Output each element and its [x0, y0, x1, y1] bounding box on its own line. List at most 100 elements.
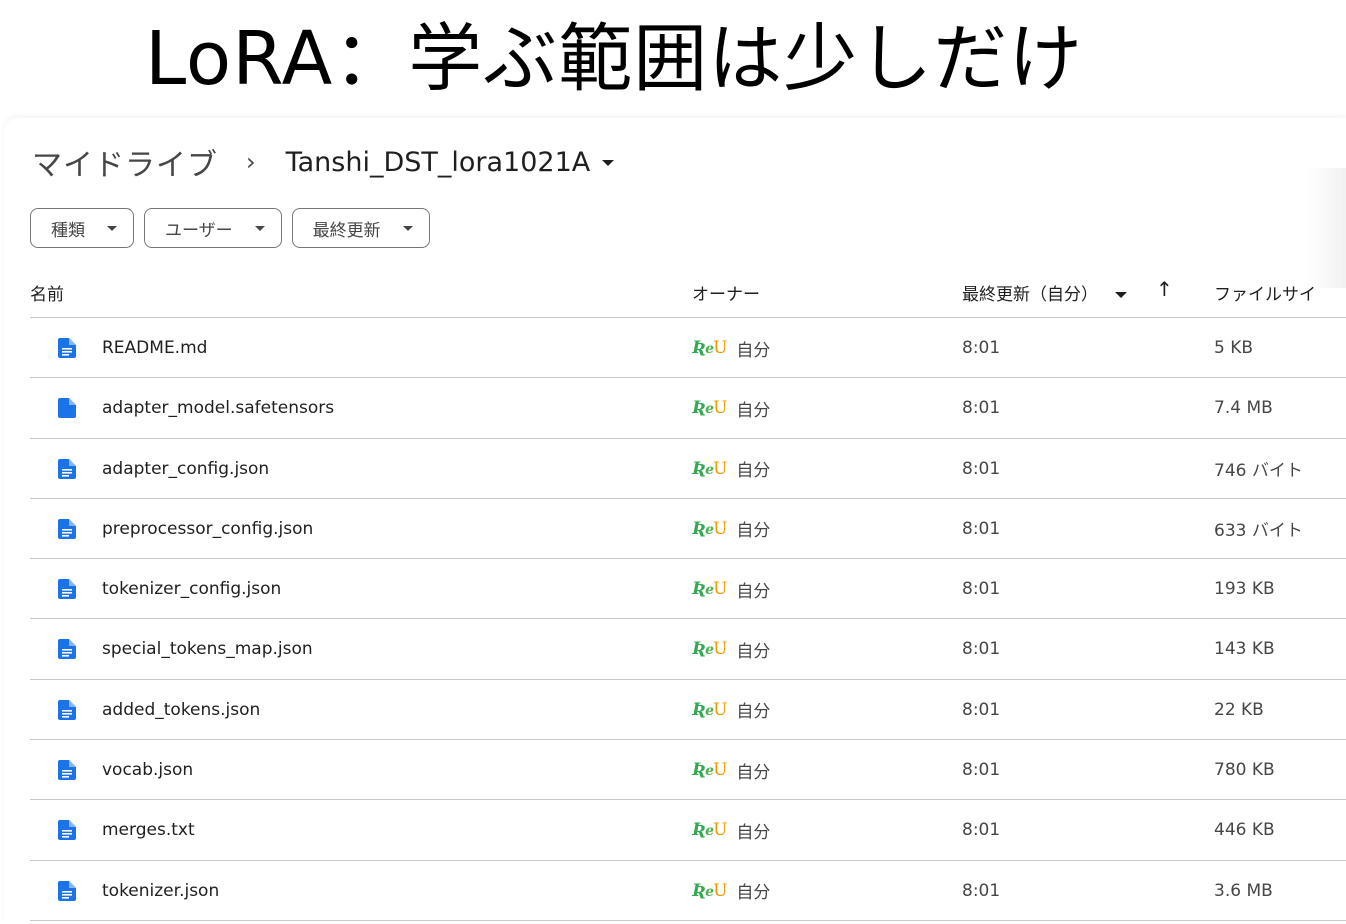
file-owner-label: 自分: [736, 702, 771, 723]
file-name[interactable]: adapter_model.safetensors: [102, 378, 334, 438]
slide-title-text: LoRA：学ぶ範囲は少しだけ: [145, 16, 1084, 102]
document-icon: [58, 861, 76, 921]
table-row[interactable]: README.md Ʀe U 自分 8:01 5 KB: [30, 318, 1346, 379]
file-owner: Ʀe U 自分: [692, 499, 770, 559]
file-size: 3.6 MB: [1214, 880, 1273, 901]
file-modified: 8:01: [962, 338, 1001, 358]
breadcrumb-current-folder[interactable]: Tanshi_DST_lora1021A: [286, 147, 591, 178]
file-name[interactable]: adapter_config.json: [102, 439, 269, 499]
file-name[interactable]: vocab.json: [102, 740, 193, 800]
file-owner: Ʀe U 自分: [692, 318, 770, 378]
table-row[interactable]: preprocessor_config.json Ʀe U 自分 8:01 633 バイト: [30, 499, 1346, 560]
owner-avatar: ƦeU: [692, 760, 727, 781]
table-row[interactable]: special_tokens_map.json Ʀe U 自分 8:01 143 KB: [30, 619, 1346, 680]
caret-down-icon: [1115, 292, 1128, 298]
document-icon: [58, 439, 76, 499]
document-icon: [58, 740, 76, 800]
file-name[interactable]: special_tokens_map.json: [102, 619, 313, 679]
file-size: 193 KB: [1214, 579, 1275, 600]
caret-down-icon: [254, 225, 265, 231]
file-owner: Ʀe U 自分: [692, 800, 770, 860]
filter-modified-label: 最終更新: [312, 220, 381, 241]
file-name[interactable]: tokenizer.json: [102, 861, 219, 921]
owner-avatar: ƦeU: [692, 518, 727, 539]
file-modified: 8:01: [962, 458, 1001, 479]
file-owner-label: 自分: [736, 762, 771, 783]
column-header-owner[interactable]: オーナー: [692, 280, 760, 305]
file-owner-label: 自分: [736, 400, 771, 421]
document-icon: [58, 559, 76, 619]
sort-direction-icon[interactable]: ↑: [1156, 277, 1173, 301]
column-header-size[interactable]: ファイルサイ: [1214, 280, 1316, 305]
file-owner: Ʀe U 自分: [692, 378, 770, 438]
file-owner: Ʀe U 自分: [692, 439, 770, 499]
file-owner-label: 自分: [736, 521, 771, 542]
slide-title: LoRA：学ぶ範囲は少しだけ: [0, 0, 1346, 112]
table-row[interactable]: adapter_config.json Ʀe U 自分 8:01 746 バイト: [30, 439, 1346, 499]
file-owner-label: 自分: [736, 883, 771, 904]
filter-modified-button[interactable]: 最終更新: [291, 208, 430, 248]
table-header: 名前 オーナー 最終更新（自分） ↑ ファイルサイ: [30, 268, 1346, 318]
file-name[interactable]: preprocessor_config.json: [102, 499, 313, 559]
owner-avatar: ƦeU: [692, 639, 727, 660]
owner-avatar: ƦeU: [692, 880, 727, 901]
file-owner-label: 自分: [736, 461, 771, 482]
file-owner: Ʀe U 自分: [692, 861, 770, 921]
file-owner: Ʀe U 自分: [692, 619, 770, 679]
owner-avatar: ƦeU: [692, 398, 727, 419]
file-size: 746 バイト: [1214, 461, 1303, 482]
file-icon: [58, 378, 76, 438]
caret-down-icon[interactable]: [602, 160, 615, 166]
column-header-name[interactable]: 名前: [30, 280, 64, 305]
table-row[interactable]: merges.txt Ʀe U 自分 8:01 446 KB: [30, 800, 1346, 861]
file-modified: 8:01: [962, 699, 1001, 720]
owner-avatar: ƦeU: [692, 820, 727, 841]
file-list: README.md Ʀe U 自分 8:01 5 KB adapter_model.safe…: [30, 318, 1346, 921]
filter-type-button[interactable]: 種類: [30, 208, 134, 248]
file-owner-label: 自分: [736, 340, 771, 361]
table-row[interactable]: adapter_model.safetensors Ʀe U 自分 8:01 7.4 MB: [30, 378, 1346, 439]
file-name[interactable]: README.md: [102, 318, 207, 378]
file-name[interactable]: merges.txt: [102, 800, 195, 860]
caret-down-icon: [402, 225, 413, 231]
breadcrumb-my-drive[interactable]: マイドライブ: [32, 140, 218, 184]
file-owner-label: 自分: [736, 641, 771, 662]
table-row[interactable]: vocab.json Ʀe U 自分 8:01 780 KB: [30, 740, 1346, 801]
document-icon: [58, 680, 76, 740]
table-row[interactable]: tokenizer_config.json Ʀe U 自分 8:01 193 KB: [30, 559, 1346, 620]
document-icon: [58, 318, 76, 378]
file-modified: 8:01: [962, 639, 1001, 660]
drive-panel: マイドライブ › Tanshi_DST_lora1021A 種類 ユーザー 最終…: [4, 118, 1346, 924]
file-size: 7.4 MB: [1214, 398, 1273, 419]
document-icon: [58, 800, 76, 860]
owner-avatar: ƦeU: [692, 699, 727, 720]
filter-bar: 種類 ユーザー 最終更新: [30, 208, 430, 248]
document-icon: [58, 619, 76, 679]
file-owner-label: 自分: [736, 581, 771, 602]
column-header-modified[interactable]: 最終更新（自分）: [962, 280, 1128, 305]
table-row[interactable]: tokenizer.json Ʀe U 自分 8:01 3.6 MB: [30, 861, 1346, 921]
owner-avatar: ƦeU: [692, 338, 727, 358]
file-size: 780 KB: [1214, 760, 1275, 781]
filter-user-button[interactable]: ユーザー: [144, 208, 282, 248]
file-modified: 8:01: [962, 518, 1001, 539]
chevron-right-icon: ›: [246, 148, 256, 176]
file-table: 名前 オーナー 最終更新（自分） ↑ ファイルサイ README.md Ʀe U 自分…: [30, 268, 1346, 921]
owner-avatar: ƦeU: [692, 458, 727, 479]
document-icon: [58, 499, 76, 559]
column-header-modified-label: 最終更新（自分）: [962, 285, 1098, 305]
file-owner: Ʀe U 自分: [692, 740, 770, 800]
file-size: 5 KB: [1214, 338, 1254, 358]
file-modified: 8:01: [962, 760, 1001, 781]
caret-down-icon: [107, 225, 117, 231]
file-owner: Ʀe U 自分: [692, 559, 770, 619]
filter-user-label: ユーザー: [165, 220, 233, 241]
file-name[interactable]: added_tokens.json: [102, 680, 260, 740]
table-row[interactable]: added_tokens.json Ʀe U 自分 8:01 22 KB: [30, 680, 1346, 741]
file-owner: Ʀe U 自分: [692, 680, 770, 740]
file-name[interactable]: tokenizer_config.json: [102, 559, 281, 619]
file-owner-label: 自分: [736, 822, 771, 843]
file-modified: 8:01: [962, 398, 1001, 419]
breadcrumb: マイドライブ › Tanshi_DST_lora1021A: [32, 140, 615, 184]
file-size: 22 KB: [1214, 699, 1264, 720]
